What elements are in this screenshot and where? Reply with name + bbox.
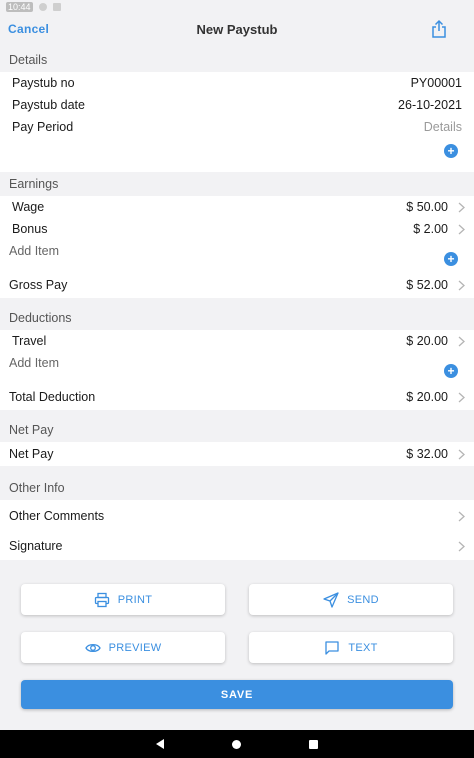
send-label: SEND xyxy=(347,593,379,606)
earning-item-value: $ 50.00 xyxy=(406,200,448,214)
status-notification-icon xyxy=(52,3,61,11)
deductions-add-item-label[interactable]: Add Item xyxy=(0,352,474,374)
chevron-right-icon xyxy=(448,202,474,213)
signature-row[interactable]: Signature xyxy=(0,532,474,560)
earning-item-label: Bonus xyxy=(12,222,48,236)
add-deduction-button[interactable]: + xyxy=(444,364,458,378)
earning-item-bonus[interactable]: Bonus $ 2.00 xyxy=(0,218,474,240)
deduction-item-label: Travel xyxy=(12,334,47,348)
paystub-no-value: PY00001 xyxy=(410,76,462,90)
deduction-item-travel[interactable]: Travel $ 20.00 xyxy=(0,330,474,352)
system-nav-bar xyxy=(0,730,474,758)
print-label: PRINT xyxy=(117,593,153,606)
back-icon[interactable] xyxy=(156,739,164,749)
eye-icon xyxy=(84,643,101,652)
paystub-no-row[interactable]: Paystub no PY00001 xyxy=(0,72,474,94)
details-section-label: Details xyxy=(9,53,48,67)
net-pay-label: Net Pay xyxy=(9,447,54,461)
pay-period-label: Pay Period xyxy=(12,120,74,134)
add-earning-button[interactable]: + xyxy=(444,252,458,266)
home-icon[interactable] xyxy=(232,739,241,749)
printer-icon xyxy=(94,592,109,607)
chevron-right-icon xyxy=(448,449,474,460)
details-card: Paystub no PY00001 Paystub date 26-10-20… xyxy=(0,72,474,172)
net-pay-section-label: Net Pay xyxy=(9,423,54,437)
other-info-section-label: Other Info xyxy=(9,481,65,495)
pay-period-row[interactable]: Pay Period Details xyxy=(0,116,474,138)
status-bar: 10:44 xyxy=(0,0,474,14)
other-info-card: Other Comments Signature xyxy=(0,500,474,560)
status-sync-icon xyxy=(38,3,47,11)
preview-label: PREVIEW xyxy=(108,641,162,654)
net-pay-value: $ 32.00 xyxy=(406,447,448,461)
signature-label: Signature xyxy=(9,539,63,553)
chevron-right-icon xyxy=(448,280,474,291)
text-label: TEXT xyxy=(348,641,378,654)
deductions-section-label: Deductions xyxy=(9,311,72,325)
total-deduction-row[interactable]: Total Deduction $ 20.00 xyxy=(0,386,474,408)
total-deduction-value: $ 20.00 xyxy=(406,390,448,404)
earnings-add-area: + xyxy=(0,252,474,274)
earnings-add-item-label[interactable]: Add Item xyxy=(0,240,474,262)
details-add-area: + xyxy=(0,138,474,162)
chevron-right-icon xyxy=(448,541,474,552)
deductions-card: Travel $ 20.00 Add Item + Total Deductio… xyxy=(0,330,474,410)
send-button[interactable]: SEND xyxy=(249,584,453,615)
deduction-item-value: $ 20.00 xyxy=(406,334,448,348)
chevron-right-icon xyxy=(448,392,474,403)
action-buttons: PRINT SEND PREVIEW TEXT SAVE xyxy=(0,568,474,730)
preview-button[interactable]: PREVIEW xyxy=(21,632,225,663)
other-comments-label: Other Comments xyxy=(9,509,105,523)
gross-pay-value: $ 52.00 xyxy=(406,278,448,292)
add-detail-button[interactable]: + xyxy=(444,144,458,158)
message-icon xyxy=(325,640,339,655)
earning-item-wage[interactable]: Wage $ 50.00 xyxy=(0,196,474,218)
paystub-no-label: Paystub no xyxy=(12,76,75,90)
page-title: New Paystub xyxy=(196,22,278,37)
earning-item-value: $ 2.00 xyxy=(413,222,448,236)
earnings-card: Wage $ 50.00 Bonus $ 2.00 Add Item + Gro… xyxy=(0,196,474,298)
earnings-section-label: Earnings xyxy=(9,177,59,191)
share-icon[interactable] xyxy=(430,19,448,39)
gross-pay-label: Gross Pay xyxy=(9,278,68,292)
top-bar: Cancel New Paystub xyxy=(0,14,474,48)
chevron-right-icon xyxy=(448,511,474,522)
send-icon xyxy=(323,591,339,608)
status-time: 10:44 xyxy=(6,2,33,12)
gross-pay-row[interactable]: Gross Pay $ 52.00 xyxy=(0,274,474,296)
save-button[interactable]: SAVE xyxy=(21,680,453,709)
paystub-date-row[interactable]: Paystub date 26-10-2021 xyxy=(0,94,474,116)
net-pay-row[interactable]: Net Pay $ 32.00 xyxy=(0,442,474,466)
paystub-date-label: Paystub date xyxy=(12,98,85,112)
text-button[interactable]: TEXT xyxy=(249,632,453,663)
other-comments-row[interactable]: Other Comments xyxy=(0,500,474,532)
pay-period-placeholder: Details xyxy=(423,120,462,134)
earning-item-label: Wage xyxy=(12,200,45,214)
paystub-date-value: 26-10-2021 xyxy=(398,98,462,112)
net-pay-card: Net Pay $ 32.00 xyxy=(0,442,474,466)
print-button[interactable]: PRINT xyxy=(21,584,225,615)
deductions-add-area: + xyxy=(0,364,474,386)
chevron-right-icon xyxy=(448,224,474,235)
chevron-right-icon xyxy=(448,336,474,347)
recent-apps-icon[interactable] xyxy=(309,739,318,749)
total-deduction-label: Total Deduction xyxy=(9,390,96,404)
